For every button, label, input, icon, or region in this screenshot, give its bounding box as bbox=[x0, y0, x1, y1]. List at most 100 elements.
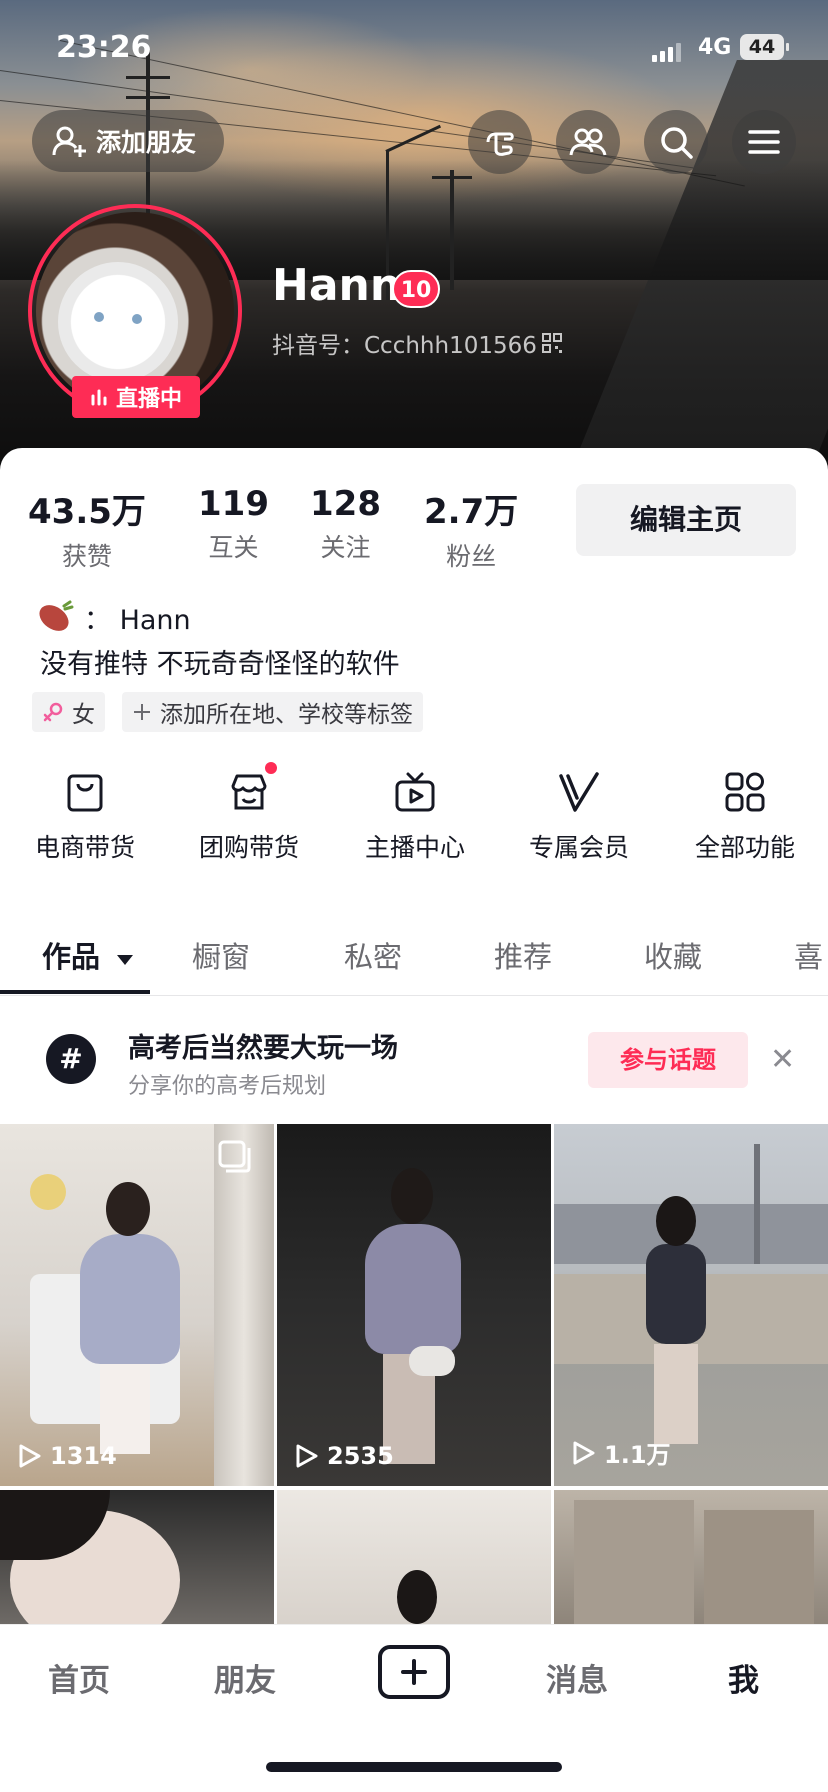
nav-home[interactable]: 首页 bbox=[48, 1655, 110, 1700]
play-count-value: 1314 bbox=[50, 1442, 117, 1470]
building bbox=[704, 1510, 814, 1624]
friends-button[interactable] bbox=[556, 110, 620, 174]
video-thumbnail[interactable]: 1.1万 bbox=[554, 1124, 828, 1486]
play-count: 2535 bbox=[295, 1442, 394, 1470]
gender-tag[interactable]: 女 bbox=[32, 692, 105, 732]
nav-friends[interactable]: 朋友 bbox=[214, 1655, 276, 1700]
status-bar: 23:26 4G 44 bbox=[0, 30, 828, 70]
stat-followers[interactable]: 2.7万 粉丝 bbox=[424, 484, 518, 573]
feature-group-buy[interactable]: 团购带货 bbox=[184, 762, 314, 864]
menu-button[interactable] bbox=[732, 110, 796, 174]
level-badge[interactable]: 10 bbox=[392, 270, 440, 308]
play-count: 1.1万 bbox=[572, 1435, 671, 1470]
content-tabs: 作品 橱窗 私密 推荐 收藏 喜 bbox=[0, 900, 828, 996]
tab-private[interactable]: 私密 bbox=[344, 934, 402, 976]
sweet-potato-icon bbox=[39, 600, 74, 631]
tab-works[interactable]: 作品 bbox=[42, 934, 134, 976]
live-status-badge[interactable]: 直播中 bbox=[72, 376, 200, 418]
video-thumbnail[interactable] bbox=[277, 1490, 551, 1624]
notification-dot bbox=[265, 762, 277, 774]
feature-ecommerce[interactable]: 电商带货 bbox=[20, 770, 150, 864]
play-icon bbox=[19, 1444, 41, 1468]
add-friend-button[interactable]: 添加朋友 bbox=[32, 110, 224, 172]
feature-label: 电商带货 bbox=[34, 833, 135, 862]
handbag bbox=[409, 1346, 455, 1376]
video-thumbnail[interactable]: 1314 bbox=[0, 1124, 274, 1486]
home-indicator bbox=[266, 1762, 562, 1772]
multi-image-icon bbox=[218, 1140, 251, 1173]
tab-label: 作品 bbox=[42, 940, 101, 974]
utility-pole bbox=[450, 170, 454, 290]
feature-label: 全部功能 bbox=[694, 833, 795, 862]
utility-pole-arm bbox=[432, 176, 472, 179]
stat-value: 128 bbox=[310, 484, 381, 524]
live-label: 直播中 bbox=[115, 387, 182, 412]
stat-label: 关注 bbox=[320, 533, 371, 562]
tab-showcase[interactable]: 橱窗 bbox=[192, 934, 250, 976]
hashtag-icon: # bbox=[46, 1034, 96, 1084]
plus-icon bbox=[134, 704, 150, 720]
douyin-id[interactable]: 抖音号：Ccchhh101566 bbox=[272, 326, 563, 360]
video-grid: 1314 2535 1.1万 bbox=[0, 1124, 828, 1624]
stat-label: 粉丝 bbox=[446, 542, 497, 571]
search-button[interactable] bbox=[644, 110, 708, 174]
stat-value: 43.5万 bbox=[28, 492, 146, 532]
person-dress bbox=[365, 1224, 461, 1354]
video-thumbnail[interactable] bbox=[0, 1490, 274, 1624]
feature-all[interactable]: 全部功能 bbox=[680, 770, 810, 864]
nav-me[interactable]: 我 bbox=[728, 1655, 759, 1700]
stat-mutual[interactable]: 119 互关 bbox=[198, 484, 269, 564]
feature-label: 团购带货 bbox=[198, 833, 299, 862]
bio-line-1: ： Hann bbox=[34, 598, 191, 637]
network-type: 4G bbox=[698, 35, 732, 60]
add-tag-label: 添加所在地、学校等标签 bbox=[160, 702, 413, 728]
play-count-value: 2535 bbox=[327, 1442, 394, 1470]
shopping-bag-icon bbox=[63, 770, 107, 814]
grid-apps-icon bbox=[723, 770, 767, 814]
live-bars-icon bbox=[91, 389, 107, 406]
flower-vase bbox=[30, 1174, 66, 1210]
search-icon bbox=[661, 127, 693, 159]
tv-tower bbox=[754, 1144, 760, 1264]
person-head bbox=[106, 1182, 150, 1236]
nav-messages[interactable]: 消息 bbox=[546, 1655, 608, 1700]
plus-icon bbox=[401, 1659, 427, 1685]
visitor-hand-button[interactable] bbox=[468, 110, 532, 174]
person-dress bbox=[646, 1244, 706, 1344]
people-icon bbox=[569, 128, 607, 156]
stat-likes[interactable]: 43.5万 获赞 bbox=[28, 484, 146, 573]
video-thumbnail[interactable]: 2535 bbox=[277, 1124, 551, 1486]
avatar-cat-eye bbox=[132, 314, 142, 324]
add-tag-button[interactable]: 添加所在地、学校等标签 bbox=[122, 692, 423, 732]
play-icon bbox=[296, 1444, 318, 1468]
add-friend-label: 添加朋友 bbox=[96, 128, 197, 157]
tab-recommend[interactable]: 推荐 bbox=[494, 934, 552, 976]
feature-label: 专属会员 bbox=[528, 833, 629, 862]
topic-banner[interactable]: # 高考后当然要大玩一场 分享你的高考后规划 参与话题 ✕ bbox=[0, 1008, 828, 1112]
tab-favorites[interactable]: 收藏 bbox=[644, 934, 702, 976]
tab-likes[interactable]: 喜 bbox=[794, 934, 823, 976]
topic-subtitle: 分享你的高考后规划 bbox=[128, 1074, 327, 1099]
person-head bbox=[391, 1168, 433, 1224]
vip-v-icon bbox=[557, 770, 601, 814]
stat-value: 119 bbox=[198, 484, 269, 524]
stat-following[interactable]: 128 关注 bbox=[310, 484, 381, 564]
person-legs bbox=[654, 1344, 698, 1444]
feature-anchor-center[interactable]: 主播中心 bbox=[350, 770, 480, 864]
bio-line-1-text: ： Hann bbox=[84, 605, 191, 636]
join-topic-button[interactable]: 参与话题 bbox=[588, 1032, 748, 1088]
caret-down-icon bbox=[117, 955, 134, 965]
stat-value: 2.7万 bbox=[424, 492, 519, 532]
building bbox=[574, 1500, 694, 1624]
close-icon[interactable]: ✕ bbox=[770, 1042, 795, 1077]
person-legs bbox=[100, 1364, 150, 1454]
video-thumbnail[interactable] bbox=[554, 1490, 828, 1624]
create-post-button[interactable] bbox=[378, 1645, 450, 1699]
feature-vip[interactable]: 专属会员 bbox=[514, 770, 644, 864]
person-head bbox=[656, 1196, 696, 1246]
play-count-value: 1.1万 bbox=[604, 1441, 671, 1469]
qr-code-icon bbox=[541, 333, 562, 353]
edit-profile-button[interactable]: 编辑主页 bbox=[576, 484, 796, 556]
topic-title: 高考后当然要大玩一场 bbox=[128, 1033, 398, 1064]
battery-icon: 44 bbox=[740, 34, 789, 60]
